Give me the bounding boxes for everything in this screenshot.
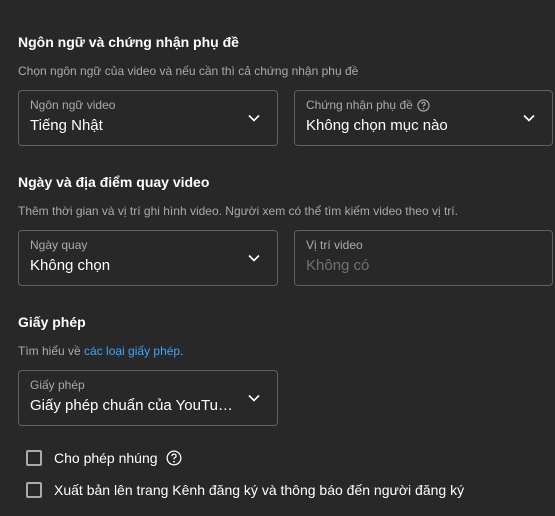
allow-embedding-checkbox[interactable]: [26, 450, 42, 466]
license-learn-more-text: Tìm hiểu về các loại giấy phép.: [18, 344, 183, 358]
license-types-link[interactable]: các loại giấy phép: [84, 344, 180, 358]
help-circle-icon[interactable]: [417, 99, 430, 112]
caption-certification-dropdown[interactable]: Chứng nhận phụ đề Không chọn mục nào: [294, 90, 553, 146]
license-dropdown[interactable]: Giấy phép Giấy phép chuẩn của YouTu…: [18, 370, 278, 426]
license-learn-prefix: Tìm hiểu về: [18, 344, 85, 358]
video-location-label: Vị trí video: [306, 238, 363, 252]
date-location-section-title: Ngày và địa điểm quay video: [18, 174, 210, 190]
license-section-title: Giấy phép: [18, 314, 86, 330]
caption-certification-label: Chứng nhận phụ đề: [306, 98, 413, 112]
license-value: Giấy phép chuẩn của YouTu…: [30, 397, 233, 414]
license-learn-suffix: .: [180, 344, 184, 358]
chevron-down-icon: [248, 394, 260, 402]
allow-embedding-label[interactable]: Cho phép nhúng: [54, 450, 158, 466]
video-language-label: Ngôn ngữ video: [30, 98, 116, 112]
video-location-placeholder: Không có: [306, 257, 370, 274]
chevron-down-icon: [248, 254, 260, 262]
recording-date-dropdown[interactable]: Ngày quay Không chọn: [18, 230, 278, 286]
recording-date-label: Ngày quay: [30, 238, 88, 252]
recording-date-value: Không chọn: [30, 257, 111, 274]
video-location-input[interactable]: Vị trí video Không có: [294, 230, 553, 286]
language-section-description: Chọn ngôn ngữ của video và nếu cần thì c…: [18, 64, 359, 78]
video-language-value: Tiếng Nhật: [30, 117, 103, 134]
caption-certification-label-wrap: Chứng nhận phụ đề: [306, 98, 430, 112]
video-language-dropdown[interactable]: Ngôn ngữ video Tiếng Nhật: [18, 90, 278, 146]
publish-to-subscriptions-label[interactable]: Xuất bản lên trang Kênh đăng ký và thông…: [54, 482, 464, 498]
help-circle-icon[interactable]: [166, 450, 182, 466]
license-label: Giấy phép: [30, 378, 85, 392]
publish-to-subscriptions-checkbox[interactable]: [26, 482, 42, 498]
language-section-title: Ngôn ngữ và chứng nhận phụ đề: [18, 34, 239, 50]
caption-certification-value: Không chọn mục nào: [306, 117, 448, 134]
allow-embedding-row: Cho phép nhúng: [54, 450, 182, 466]
chevron-down-icon: [248, 114, 260, 122]
chevron-down-icon: [523, 114, 535, 122]
date-location-section-description: Thêm thời gian và vị trí ghi hình video.…: [18, 204, 458, 218]
